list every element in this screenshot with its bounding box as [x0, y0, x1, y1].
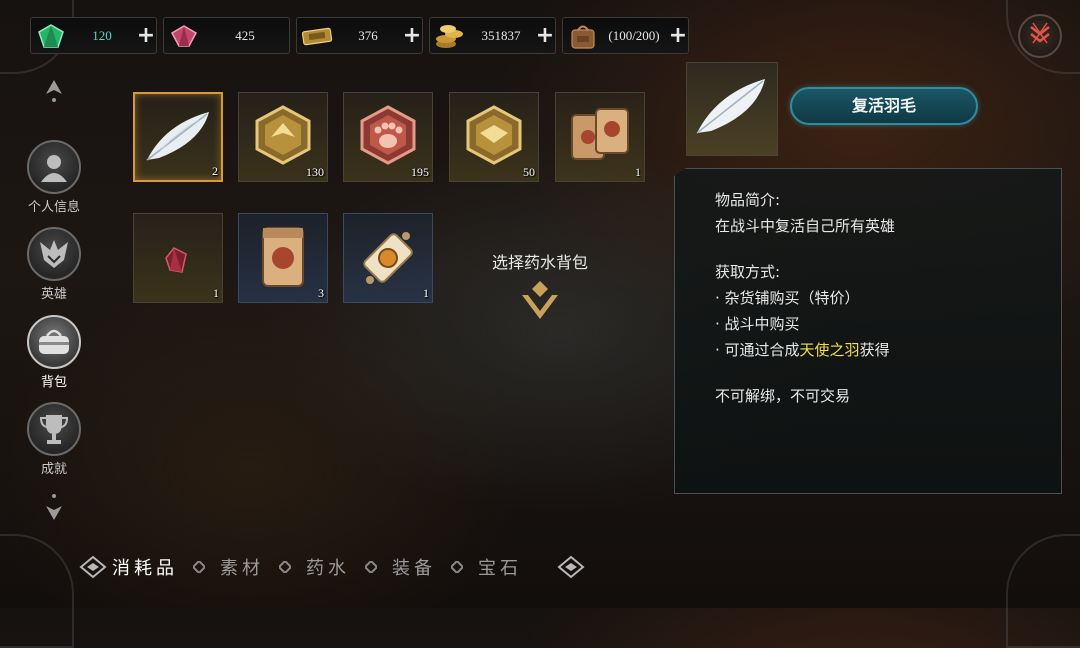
nav-item-bag[interactable]: 背包 — [22, 315, 86, 390]
nav-label-profile: 个人信息 — [27, 200, 80, 215]
item-count: 1 — [423, 286, 429, 300]
crossed-chevrons-icon — [1027, 21, 1053, 51]
menu-button[interactable] — [1018, 14, 1062, 58]
seed-bag-icon — [262, 227, 304, 287]
intro-title: 物品简介: — [715, 191, 781, 209]
trophy-icon — [27, 402, 81, 456]
add-emerald-button[interactable]: + — [136, 24, 156, 46]
select-potion-bag[interactable]: 选择药水背包 — [470, 249, 610, 323]
ruby-count: 425 — [235, 27, 255, 43]
chevron-down-icon — [518, 279, 562, 323]
corner-ornament-bottom-right — [1006, 534, 1080, 648]
diamond-separator-icon — [450, 560, 464, 574]
source-3-suffix: 获得 — [859, 341, 890, 359]
red-crystal-icon — [165, 247, 187, 273]
tab-equipment[interactable]: 装备 — [388, 554, 440, 580]
emerald-count: 120 — [92, 27, 112, 43]
item-count: 1 — [213, 286, 219, 300]
angel-feather-link: 天使之羽 — [799, 341, 860, 359]
corner-ornament-bottom-left — [0, 534, 74, 648]
selected-item-icon — [686, 62, 778, 156]
nav-item-heroes[interactable]: 英雄 — [22, 227, 86, 302]
inventory-slot-scroll[interactable]: 1 — [343, 213, 433, 303]
tab-materials[interactable]: 素材 — [216, 554, 268, 580]
nav-label-bag: 背包 — [40, 375, 67, 390]
source-1: · 杂货铺购买（特价） — [715, 289, 860, 307]
resource-bag: (100/200) + — [562, 17, 689, 54]
diamond-separator-icon — [192, 560, 206, 574]
bag-capacity: (100/200) — [608, 27, 660, 43]
item-count: 1 — [635, 165, 641, 179]
green-gem-icon — [34, 21, 68, 51]
nav-item-achievements[interactable]: 成就 — [22, 402, 86, 477]
tab-potions[interactable]: 药水 — [302, 554, 354, 580]
nav-item-profile[interactable]: 个人信息 — [22, 140, 86, 215]
potion-bag-label: 选择药水背包 — [491, 253, 588, 272]
source-title: 获取方式: — [715, 263, 781, 281]
inventory-slot-red-crystal[interactable]: 1 — [133, 213, 223, 303]
inventory-slot-feather[interactable]: 2 — [133, 92, 223, 182]
gold-count: 351837 — [481, 27, 521, 43]
item-count: 130 — [306, 165, 324, 179]
item-name-plate: 复活羽毛 — [790, 87, 978, 125]
item-count: 195 — [411, 165, 429, 179]
resource-ticket: 376 + — [296, 17, 423, 54]
resource-bar: 120 + 425 376 + 351837 + (100/200) + — [30, 17, 689, 54]
nav-scroll-up-icon[interactable] — [42, 78, 66, 104]
inventory-slot-gold-token[interactable]: 130 — [238, 92, 328, 182]
resource-ruby: 425 — [163, 17, 290, 54]
feather-icon — [696, 79, 765, 134]
feather-icon — [146, 112, 209, 161]
category-tabs: 消耗品 素材 药水 装备 宝石 — [78, 547, 586, 587]
ticket-count: 376 — [358, 27, 378, 43]
nav-label-heroes: 英雄 — [40, 287, 67, 302]
add-gold-button[interactable]: + — [535, 24, 555, 46]
expand-bag-button[interactable]: + — [668, 24, 688, 46]
tab-prev-icon[interactable] — [78, 552, 108, 582]
binding-note: 不可解绑，不可交易 — [715, 387, 851, 405]
gold-coins-icon — [433, 21, 467, 51]
diamond-separator-icon — [278, 560, 292, 574]
tab-next-icon[interactable] — [556, 552, 586, 582]
source-3: · 可通过合成天使之羽获得 — [715, 337, 1061, 363]
profile-icon — [27, 140, 81, 194]
nav-scroll-down-icon[interactable] — [42, 492, 66, 520]
item-count: 2 — [212, 164, 218, 178]
backpack-icon — [566, 21, 600, 51]
item-count: 3 — [318, 286, 324, 300]
tab-consumables[interactable]: 消耗品 — [108, 554, 182, 580]
scroll-icon — [363, 232, 413, 284]
source-3-prefix: · 可通过合成 — [715, 341, 800, 359]
inventory-slot-crest-token[interactable]: 50 — [449, 92, 539, 182]
resource-gold: 351837 + — [429, 17, 556, 54]
inventory-slot-paw-token[interactable]: 195 — [343, 92, 433, 182]
item-description-panel: 物品简介: 在战斗中复活自己所有英雄 获取方式: · 杂货铺购买（特价） · 战… — [674, 168, 1062, 494]
nav-label-achievements: 成就 — [40, 462, 67, 477]
resource-emerald: 120 + — [30, 17, 157, 54]
item-count: 50 — [523, 165, 535, 179]
pink-gem-icon — [167, 21, 201, 51]
bag-icon — [27, 315, 81, 369]
inventory-slot-seed-bag[interactable]: 3 — [238, 213, 328, 303]
intro-text: 在战斗中复活自己所有英雄 — [715, 217, 896, 235]
diamond-separator-icon — [364, 560, 378, 574]
gold-ticket-icon — [300, 21, 334, 51]
hero-emblem-icon — [27, 227, 81, 281]
tab-gems[interactable]: 宝石 — [474, 554, 526, 580]
add-ticket-button[interactable]: + — [402, 24, 422, 46]
seed-bag-bundle-icon — [571, 108, 629, 160]
source-2: · 战斗中购买 — [715, 315, 800, 333]
inventory-slot-seed-bundle[interactable]: 1 — [555, 92, 645, 182]
